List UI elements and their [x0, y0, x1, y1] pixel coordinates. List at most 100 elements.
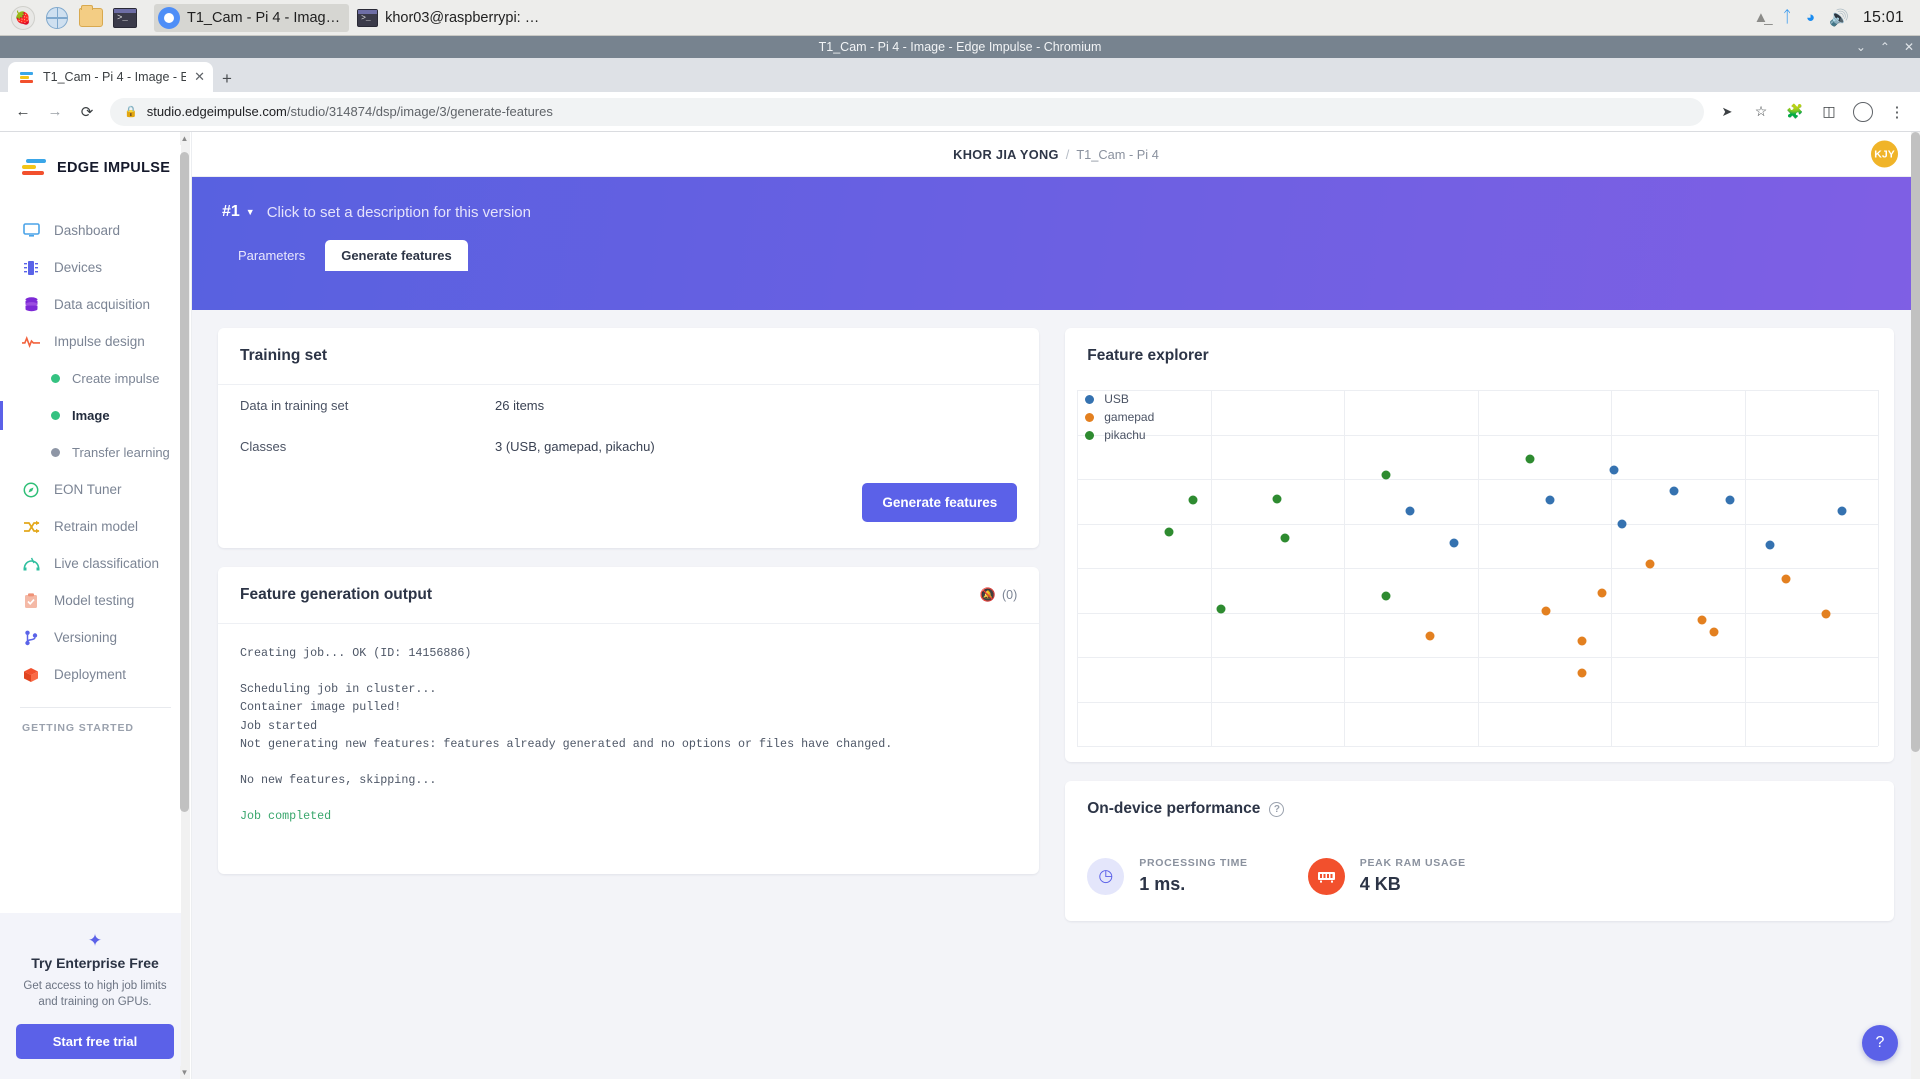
sidebar-item-create-impulse[interactable]: Create impulse [0, 360, 191, 397]
taskbar-window-terminal[interactable]: >_ khor03@raspberrypi: … [353, 4, 548, 32]
version-description[interactable]: Click to set a description for this vers… [267, 204, 531, 221]
legend-item-gamepad[interactable]: gamepad [1085, 410, 1154, 424]
sidebar-item-data-acquisition[interactable]: Data acquisition [0, 286, 191, 323]
scroll-down-arrow-icon[interactable]: ▼ [180, 1066, 189, 1079]
eject-icon[interactable]: ▲̲ [1754, 9, 1769, 26]
sidebar-item-label: Image [72, 408, 110, 423]
feature-explorer-plot[interactable]: USB gamepad pikachu [1065, 384, 1894, 762]
chevron-down-icon[interactable]: ▼ [246, 207, 255, 217]
sidebar-item-eon-tuner[interactable]: EON Tuner [0, 471, 191, 508]
share-icon[interactable]: ➤ [1712, 97, 1742, 127]
feature-generation-output-card: Feature generation output 🔕 (0) Creating… [218, 567, 1040, 874]
url-path: /studio/314874/dsp/image/3/generate-feat… [286, 104, 553, 119]
sidebar-item-retrain-model[interactable]: Retrain model [0, 508, 191, 545]
window-minimize-button[interactable]: ⌄ [1856, 40, 1866, 54]
ram-icon [1307, 857, 1345, 895]
folder-icon[interactable] [76, 4, 106, 32]
globe-icon[interactable] [42, 4, 72, 32]
legend-item-usb[interactable]: USB [1085, 392, 1154, 406]
terminal-icon[interactable]: >_ [110, 4, 140, 32]
reload-icon[interactable]: ⟳ [72, 97, 102, 127]
scatter-point-usb[interactable] [1725, 495, 1735, 505]
metric-value: 1 ms. [1139, 874, 1186, 894]
tab-generate-features[interactable]: Generate features [325, 240, 468, 271]
scatter-point-usb[interactable] [1545, 495, 1555, 505]
sidebar-scroll-thumb[interactable] [180, 152, 189, 812]
scatter-point-usb[interactable] [1765, 540, 1775, 550]
avatar[interactable]: KJY [1871, 140, 1898, 168]
brand-logo[interactable]: EDGE IMPULSE [0, 132, 191, 178]
scatter-point-usb[interactable] [1609, 465, 1619, 475]
scatter-point-gamepad[interactable] [1597, 588, 1607, 598]
scatter-point-pikachu[interactable] [1525, 454, 1535, 464]
extensions-icon[interactable]: 🧩 [1780, 97, 1810, 127]
scroll-up-arrow-icon[interactable]: ▲ [180, 132, 189, 145]
scatter-point-pikachu[interactable] [1381, 470, 1391, 480]
row-value: 26 items [495, 398, 545, 413]
muted-bell-icon[interactable]: 🔕 [980, 587, 996, 603]
scatter-point-gamepad[interactable] [1697, 615, 1707, 625]
scatter-point-gamepad[interactable] [1821, 609, 1831, 619]
bluetooth-icon[interactable]: ᛏ [1782, 9, 1792, 27]
scatter-point-gamepad[interactable] [1709, 627, 1719, 637]
side-panel-icon[interactable]: ◫ [1814, 97, 1844, 127]
scatter-point-pikachu[interactable] [1164, 527, 1174, 537]
new-tab-button[interactable]: + [222, 70, 232, 87]
scatter-point-usb[interactable] [1669, 486, 1679, 496]
scatter-point-gamepad[interactable] [1577, 636, 1587, 646]
back-icon[interactable]: ← [8, 97, 38, 127]
scatter-point-pikachu[interactable] [1216, 604, 1226, 614]
scatter-point-gamepad[interactable] [1577, 668, 1587, 678]
breadcrumb-org[interactable]: KHOR JIA YONG [953, 147, 1059, 162]
window-close-button[interactable]: ✕ [1904, 40, 1914, 54]
scatter-point-pikachu[interactable] [1381, 591, 1391, 601]
version-number[interactable]: #1 [222, 203, 240, 221]
bookmark-icon[interactable]: ☆ [1746, 97, 1776, 127]
scatter-point-usb[interactable] [1837, 506, 1847, 516]
sidebar-scrollbar[interactable]: ▲ ▼ [180, 132, 190, 1079]
main-scrollbar[interactable] [1911, 132, 1920, 1079]
scatter-point-gamepad[interactable] [1645, 559, 1655, 569]
scatter-point-gamepad[interactable] [1541, 606, 1551, 616]
tab-parameters[interactable]: Parameters [222, 240, 321, 271]
volume-icon[interactable]: 🔊 [1829, 8, 1849, 28]
menu-icon[interactable]: ⋮ [1882, 97, 1912, 127]
window-maximize-button[interactable]: ⌃ [1880, 40, 1890, 54]
scatter-point-pikachu[interactable] [1188, 495, 1198, 505]
scatter-point-gamepad[interactable] [1781, 574, 1791, 584]
scatter-plot[interactable] [1077, 390, 1879, 747]
url-host: studio.edgeimpulse.com [146, 104, 287, 119]
sidebar-item-transfer-learning[interactable]: Transfer learning [0, 434, 191, 471]
scatter-point-usb[interactable] [1449, 538, 1459, 548]
browser-tab[interactable]: T1_Cam - Pi 4 - Image - E ✕ [8, 62, 213, 92]
sidebar-item-devices[interactable]: Devices [0, 249, 191, 286]
sidebar-item-dashboard[interactable]: Dashboard [0, 212, 191, 249]
generate-features-button[interactable]: Generate features [862, 483, 1018, 522]
help-button[interactable]: ? [1862, 1025, 1898, 1061]
scatter-point-pikachu[interactable] [1272, 494, 1282, 504]
forward-icon[interactable]: → [40, 97, 70, 127]
sidebar-item-deployment[interactable]: Deployment [0, 656, 191, 693]
legend-item-pikachu[interactable]: pikachu [1085, 428, 1154, 442]
sidebar-item-impulse-design[interactable]: Impulse design [0, 323, 191, 360]
git-branch-icon [22, 629, 40, 647]
main-scroll-thumb[interactable] [1911, 132, 1920, 752]
sidebar-item-versioning[interactable]: Versioning [0, 619, 191, 656]
profile-icon[interactable] [1848, 97, 1878, 127]
scatter-point-usb[interactable] [1405, 506, 1415, 516]
start-free-trial-button[interactable]: Start free trial [16, 1024, 174, 1059]
monitor-icon [22, 222, 40, 240]
close-icon[interactable]: ✕ [194, 69, 205, 85]
raspberry-icon[interactable]: 🍓 [8, 4, 38, 32]
sidebar-item-live-classification[interactable]: Live classification [0, 545, 191, 582]
wifi-icon[interactable]: ◕ [1806, 9, 1815, 26]
address-bar[interactable]: 🔒 studio.edgeimpulse.com/studio/314874/d… [110, 97, 1704, 126]
scatter-point-usb[interactable] [1617, 519, 1627, 528]
sidebar-item-model-testing[interactable]: Model testing [0, 582, 191, 619]
scatter-point-pikachu[interactable] [1280, 533, 1290, 543]
taskbar-window-chromium[interactable]: T1_Cam - Pi 4 - Imag… [154, 3, 350, 32]
question-icon[interactable]: ? [1269, 801, 1285, 817]
scatter-point-gamepad[interactable] [1425, 631, 1435, 641]
breadcrumb-project[interactable]: T1_Cam - Pi 4 [1076, 147, 1159, 162]
sidebar-item-image[interactable]: Image [0, 397, 191, 434]
